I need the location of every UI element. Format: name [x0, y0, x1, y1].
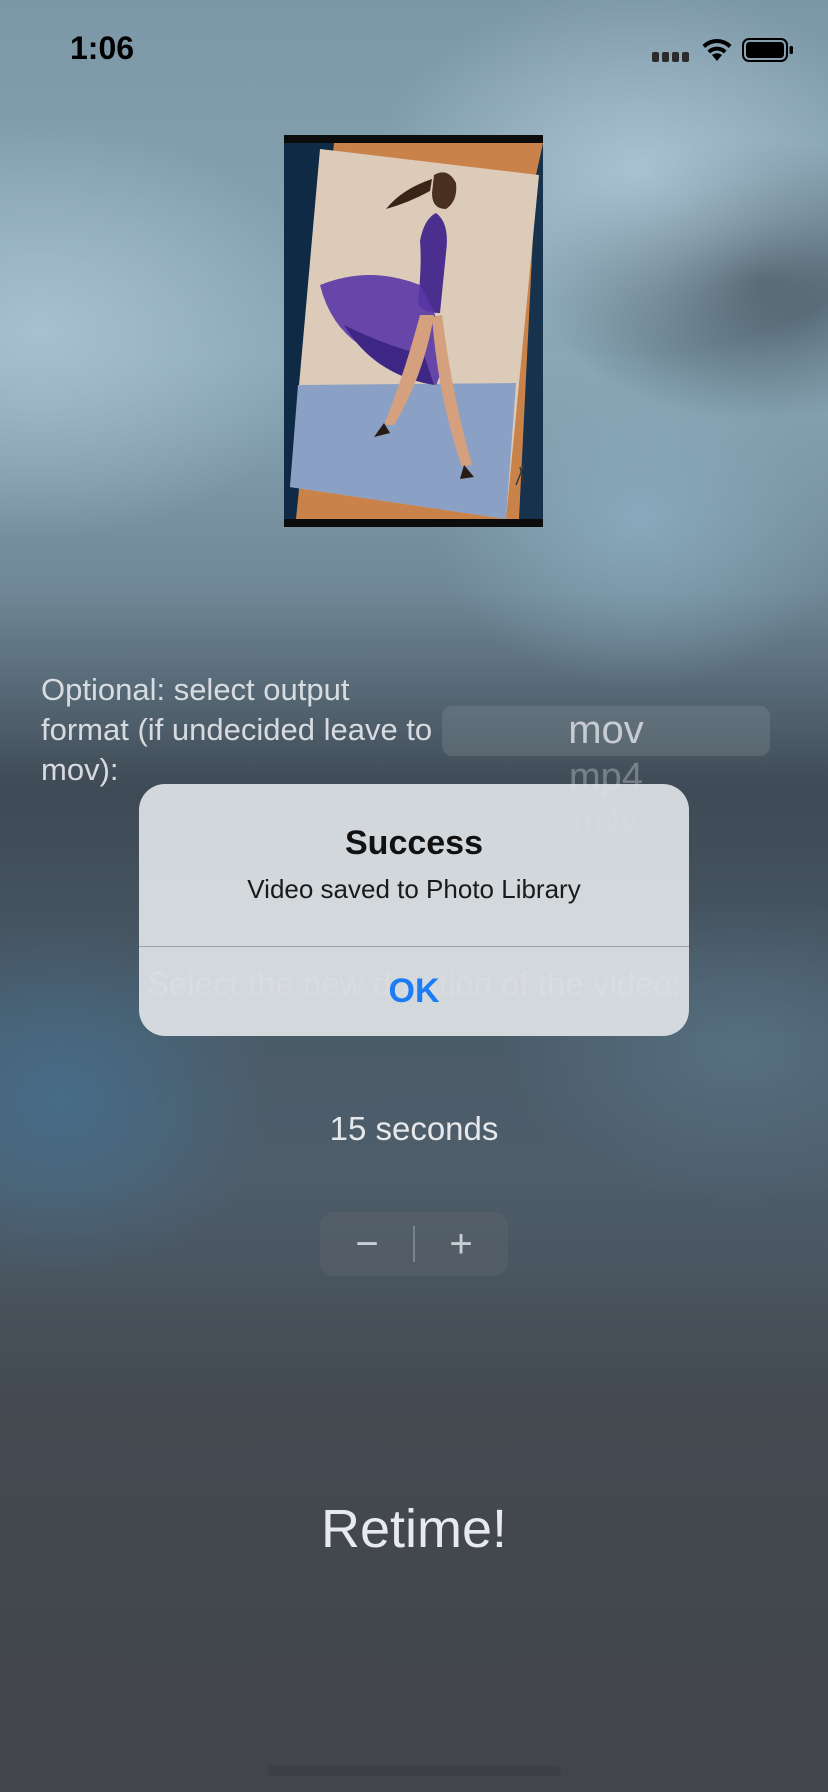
status-time: 1:06 — [70, 30, 135, 66]
home-indicator[interactable] — [267, 1766, 561, 1776]
battery-icon — [742, 38, 794, 62]
retime-button[interactable]: Retime! — [0, 1498, 828, 1560]
duration-stepper[interactable]: − + — [320, 1212, 508, 1276]
format-instruction-label: Optional: select output format (if undec… — [41, 672, 433, 787]
success-alert-dialog: Success Video saved to Photo Library OK — [139, 784, 689, 1036]
alert-ok-button[interactable]: OK — [139, 947, 689, 1036]
status-bar: 1:06 — [0, 0, 828, 100]
decrement-button[interactable]: − — [320, 1212, 414, 1276]
format-option-mov[interactable]: mov — [442, 708, 770, 753]
duration-value-label: 15 seconds — [329, 1110, 499, 1147]
selected-video-thumbnail — [284, 135, 543, 527]
cellular-signal-icon — [652, 52, 690, 62]
increment-button[interactable]: + — [414, 1212, 508, 1276]
alert-message: Video saved to Photo Library — [247, 874, 581, 904]
wifi-icon — [700, 36, 734, 62]
alert-title: Success — [345, 824, 483, 862]
